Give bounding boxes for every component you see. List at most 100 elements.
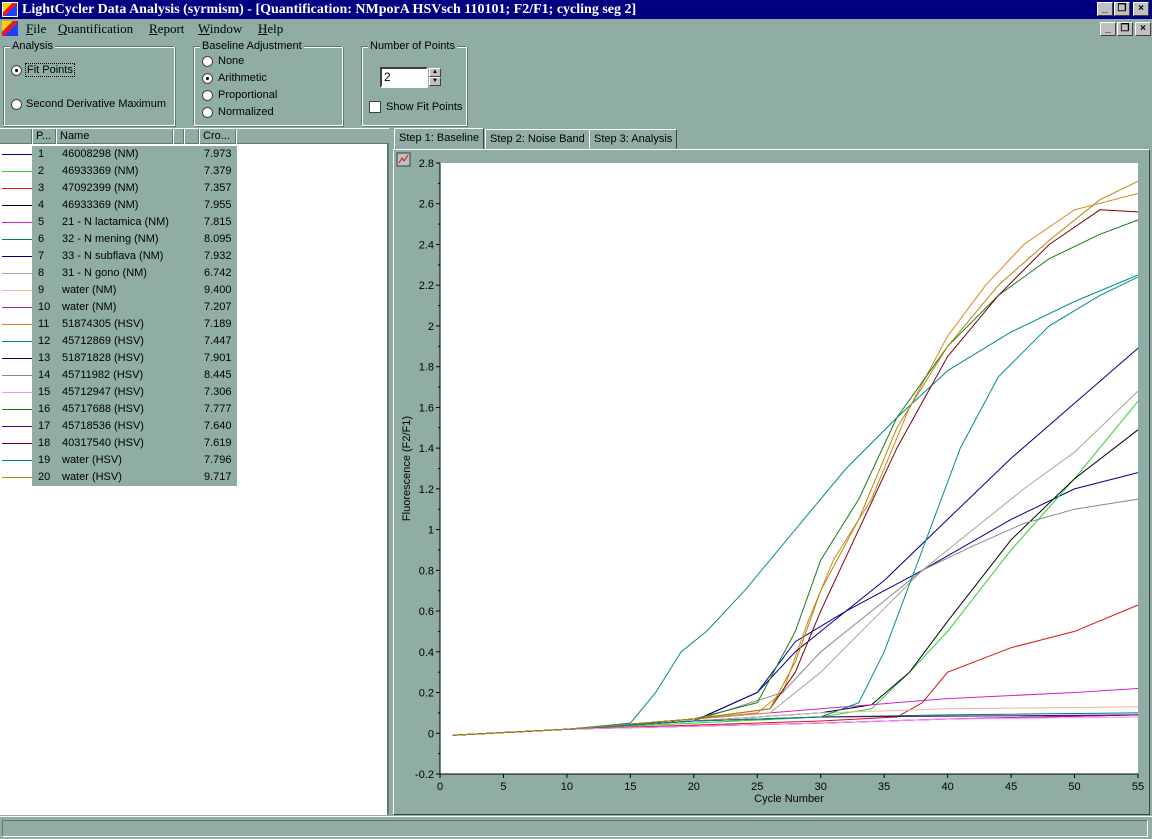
row-cells: 7 33 - N subflava (NM) 7.932: [32, 248, 237, 265]
normalized-label[interactable]: Normalized: [218, 106, 274, 118]
list-row[interactable]: 11 51874305 (HSV) 7.189: [0, 316, 237, 333]
list-row[interactable]: 16 45717688 (HSV) 7.777: [0, 401, 237, 418]
list-row[interactable]: 13 51871828 (HSV) 7.901: [0, 350, 237, 367]
row-position: 17: [38, 420, 51, 432]
y-axis-label: Fluorescence (F2/F1): [401, 416, 413, 521]
document-icon[interactable]: [2, 21, 18, 36]
row-name: 51874305 (HSV): [62, 318, 144, 330]
row-name: 45717688 (HSV): [62, 403, 144, 415]
list-row[interactable]: 10 water (NM) 7.207: [0, 299, 237, 316]
list-row[interactable]: 2 46933369 (NM) 7.379: [0, 163, 237, 180]
list-row[interactable]: 5 21 - N lactamica (NM) 7.815: [0, 214, 237, 231]
list-row[interactable]: 8 31 - N gono (NM) 6.742: [0, 265, 237, 282]
baseline-group: Baseline Adjustment None Arithmetic Prop…: [193, 40, 343, 126]
menu-quantification[interactable]: Quantification: [58, 21, 133, 37]
row-name: 45712869 (HSV): [62, 335, 144, 347]
proportional-label[interactable]: Proportional: [218, 89, 277, 101]
y-tick-label: 2.4: [419, 239, 434, 251]
doc-restore-button[interactable]: ❐: [1117, 22, 1133, 36]
minimize-button[interactable]: _: [1097, 2, 1113, 16]
row-position: 12: [38, 335, 51, 347]
row-position: 16: [38, 403, 51, 415]
list-row[interactable]: 6 32 - N mening (NM) 8.095: [0, 231, 237, 248]
radio-second-derivative[interactable]: [11, 99, 22, 110]
list-row[interactable]: 17 45718536 (HSV) 7.640: [0, 418, 237, 435]
row-position: 4: [38, 199, 45, 211]
x-tick-label: 55: [1132, 781, 1144, 793]
restore-button[interactable]: ❐: [1114, 2, 1130, 16]
number-of-points-input[interactable]: 2: [380, 67, 428, 88]
list-row[interactable]: 7 33 - N subflava (NM) 7.932: [0, 248, 237, 265]
show-fit-points-checkbox[interactable]: [369, 101, 381, 113]
row-crossing-point: 7.973: [204, 148, 232, 160]
spin-up-button[interactable]: ▲: [429, 68, 441, 77]
list-row[interactable]: 19 water (HSV) 7.796: [0, 452, 237, 469]
radio-fit-points[interactable]: [11, 65, 22, 76]
y-tick-label: 0.6: [419, 606, 434, 618]
menu-file[interactable]: File: [26, 21, 46, 37]
menu-report[interactable]: Report: [149, 21, 184, 37]
row-position: 3: [38, 182, 45, 194]
list-row[interactable]: 15 45712947 (HSV) 7.306: [0, 384, 237, 401]
doc-minimize-button[interactable]: _: [1100, 22, 1116, 36]
series-color-swatch: [2, 443, 32, 444]
none-label[interactable]: None: [218, 55, 244, 67]
y-tick-label: 2.2: [419, 280, 434, 292]
radio-proportional[interactable]: [202, 90, 213, 101]
fit-points-label[interactable]: Fit Points: [25, 63, 75, 77]
header-position[interactable]: P...: [33, 129, 56, 144]
header-spacer-2[interactable]: [185, 129, 199, 144]
header-spacer[interactable]: [174, 129, 184, 144]
row-crossing-point: 7.901: [204, 352, 232, 364]
header-crossing-point[interactable]: Cro...: [200, 129, 236, 144]
list-row[interactable]: 14 45711982 (HSV) 8.445: [0, 367, 237, 384]
x-tick-label: 0: [437, 781, 443, 793]
row-cells: 9 water (NM) 9.400: [32, 282, 237, 299]
doc-close-button[interactable]: ×: [1135, 22, 1151, 36]
close-button[interactable]: ×: [1133, 2, 1149, 16]
row-name: 47092399 (NM): [62, 182, 139, 194]
row-crossing-point: 8.095: [204, 233, 232, 245]
arithmetic-label[interactable]: Arithmetic: [218, 72, 267, 84]
row-cells: 6 32 - N mening (NM) 8.095: [32, 231, 237, 248]
row-position: 2: [38, 165, 45, 177]
y-tick-label: 1.2: [419, 484, 434, 496]
tab-analysis[interactable]: Step 3: Analysis: [589, 129, 678, 149]
list-row[interactable]: 3 47092399 (NM) 7.357: [0, 180, 237, 197]
row-cells: 18 40317540 (HSV) 7.619: [32, 435, 237, 452]
list-row[interactable]: 12 45712869 (HSV) 7.447: [0, 333, 237, 350]
row-crossing-point: 7.640: [204, 420, 232, 432]
spin-down-button[interactable]: ▼: [429, 77, 441, 86]
row-name: 46933369 (NM): [62, 165, 139, 177]
header-name[interactable]: Name: [57, 129, 173, 144]
row-position: 10: [38, 301, 51, 313]
menu-help[interactable]: Help: [258, 21, 283, 37]
analysis-group: Analysis Fit Points Second Derivative Ma…: [3, 40, 175, 126]
row-crossing-point: 9.717: [204, 471, 232, 483]
x-tick-label: 50: [1068, 781, 1080, 793]
row-cells: 16 45717688 (HSV) 7.777: [32, 401, 237, 418]
list-row[interactable]: 20 water (HSV) 9.717: [0, 469, 237, 486]
list-row[interactable]: 18 40317540 (HSV) 7.619: [0, 435, 237, 452]
menu-window[interactable]: Window: [198, 21, 242, 37]
series-color-swatch: [2, 188, 32, 189]
list-row[interactable]: 1 46008298 (NM) 7.973: [0, 146, 237, 163]
row-crossing-point: 7.207: [204, 301, 232, 313]
radio-normalized[interactable]: [202, 107, 213, 118]
row-name: 45718536 (HSV): [62, 420, 144, 432]
header-color[interactable]: [0, 129, 32, 144]
row-name: 31 - N gono (NM): [62, 267, 147, 279]
tab-noise-band[interactable]: Step 2: Noise Band: [485, 129, 590, 149]
series-color-swatch: [2, 307, 32, 308]
radio-none[interactable]: [202, 56, 213, 67]
tab-baseline[interactable]: Step 1: Baseline: [394, 128, 485, 149]
list-row[interactable]: 9 water (NM) 9.400: [0, 282, 237, 299]
show-fit-points-label[interactable]: Show Fit Points: [386, 101, 462, 113]
series-color-swatch: [2, 409, 32, 410]
row-position: 15: [38, 386, 51, 398]
list-row[interactable]: 4 46933369 (NM) 7.955: [0, 197, 237, 214]
y-tick-label: 0.4: [419, 647, 434, 659]
radio-arithmetic[interactable]: [202, 73, 213, 84]
row-cells: 19 water (HSV) 7.796: [32, 452, 237, 469]
second-derivative-label[interactable]: Second Derivative Maximum: [26, 98, 166, 110]
